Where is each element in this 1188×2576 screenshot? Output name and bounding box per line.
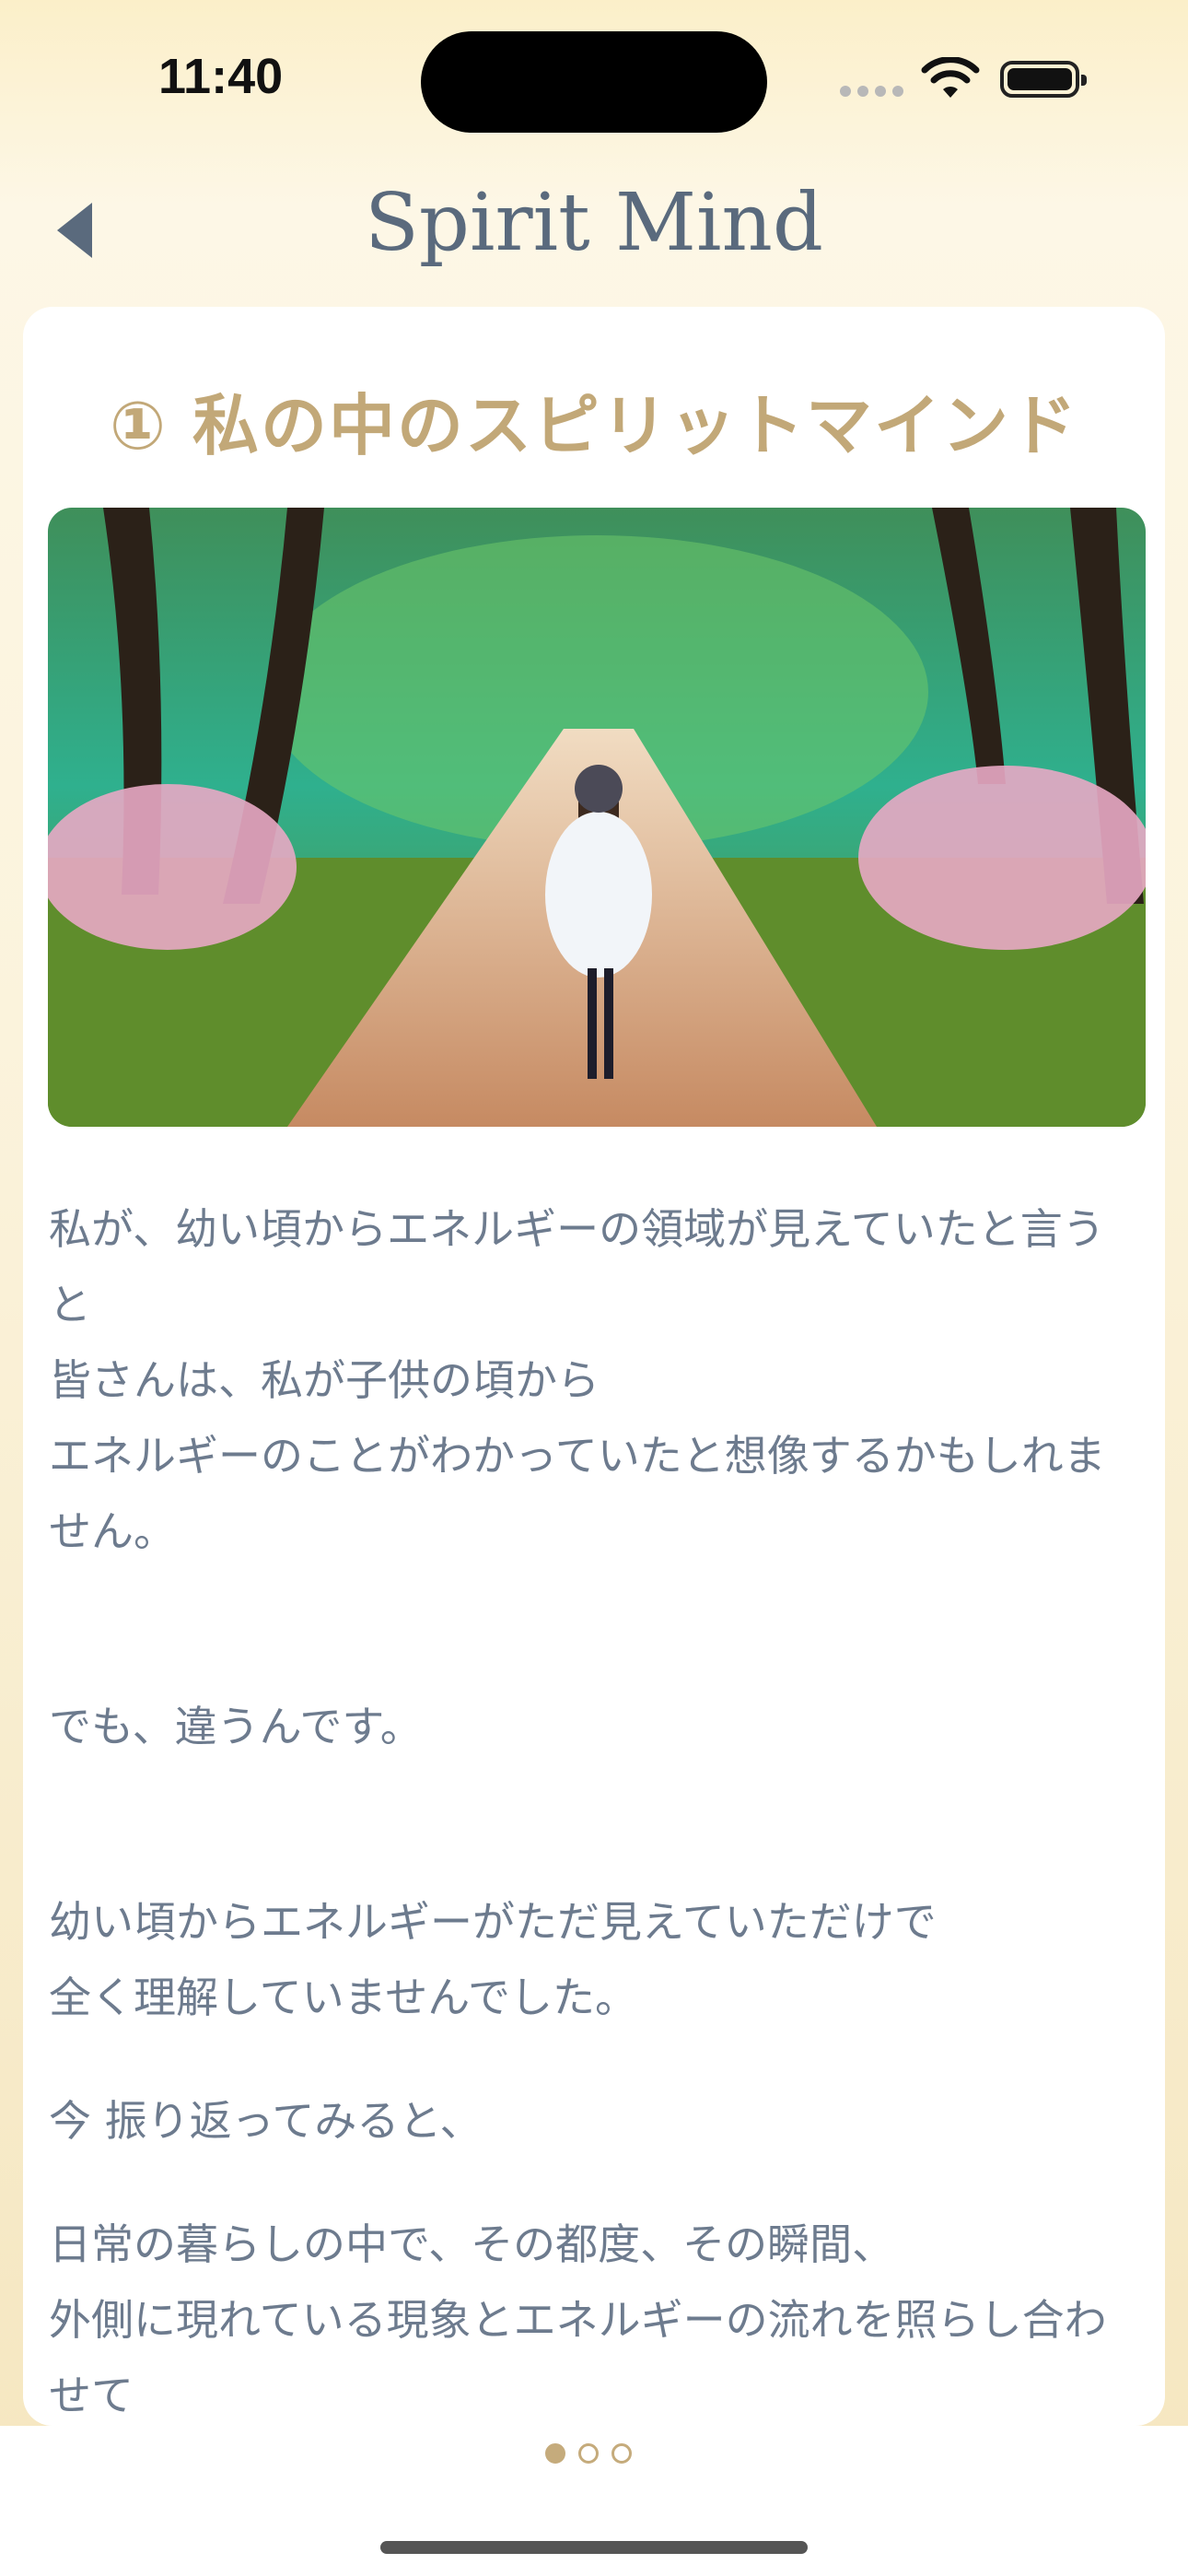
hero-image [48,508,1146,1127]
paragraph: 私が、幼い頃からエネルギーの領域が見えていたと言うと [49,1204,1105,1329]
page-indicator[interactable] [545,2443,632,2464]
paragraph: 皆さんは、私が子供の頃から [49,1355,600,1405]
page-dot-3[interactable] [611,2443,632,2464]
status-bar: 11:40 [0,0,1188,157]
navigation-bar: Spirit Mind [0,157,1188,286]
dynamic-island [421,31,767,133]
cellular-signal-icon [840,83,910,100]
paragraph: でも、違うんです。 [49,1702,423,1751]
paragraph: 日常の暮らしの中で、その都度、その瞬間、 [49,2219,895,2269]
article-body: 私が、幼い頃からエネルギーの領域が見えていたと言うと 皆さんは、私が子供の頃から… [49,1191,1145,2426]
paragraph: 今 振り返ってみると、 [49,2096,483,2146]
battery-icon [1000,61,1087,98]
status-time: 11:40 [158,49,284,104]
nav-title: Spirit Mind [365,177,823,269]
paragraph: エネルギーのことがわかっていたと想像するかもしれません。 [49,1431,1106,1556]
wifi-icon [921,57,980,98]
article-card: ① 私の中のスピリットマインド 私が、幼い頃からエネルギーの領域が見えていたと言… [23,307,1165,2426]
page-dot-2[interactable] [578,2443,599,2464]
paragraph: 全く理解していませんでした。 [49,1973,637,2022]
article-title: ① 私の中のスピリットマインド [109,387,1079,464]
page-dot-1[interactable] [545,2443,565,2464]
paragraph: 外側に現れている現象とエネルギーの流れを照らし合わせて [49,2295,1107,2420]
paragraph: 幼い頃からエネルギーがただ見えていただけで [49,1897,937,1947]
home-indicator[interactable] [380,2541,808,2554]
